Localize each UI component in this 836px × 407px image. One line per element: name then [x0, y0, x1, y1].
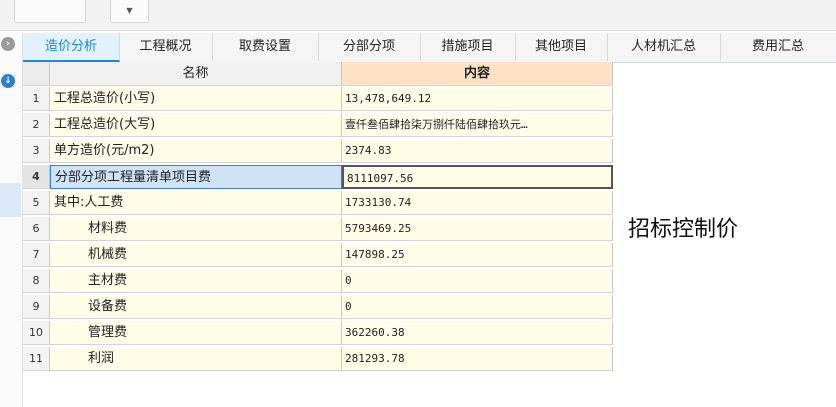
name-cell[interactable]: 机械费	[50, 243, 342, 267]
toolbar: ▼	[0, 0, 836, 31]
tab-cost-analysis[interactable]: 造价分析	[23, 33, 120, 62]
content-cell[interactable]: 5793469.25	[342, 217, 613, 241]
table-row[interactable]: 2 工程总造价(大写) 壹仟叁佰肆拾柒万捌仟陆佰肆拾玖元…	[23, 113, 613, 138]
name-cell[interactable]: 利润	[50, 347, 342, 371]
table-row[interactable]: 4 分部分项工程量清单项目费 8111097.56	[23, 165, 613, 190]
tab-labor-material-summary[interactable]: 人材机汇总	[607, 33, 721, 61]
row-number: 11	[23, 347, 50, 371]
tab-fee-summary[interactable]: 费用汇总	[720, 33, 836, 61]
content-cell[interactable]: 2374.83	[342, 139, 613, 163]
tab-subdivision[interactable]: 分部分项	[318, 33, 421, 61]
content-cell[interactable]: 281293.78	[342, 347, 613, 371]
table-row[interactable]: 11 利润 281293.78	[23, 347, 613, 372]
content-cell[interactable]: 8111097.56	[342, 165, 613, 189]
name-column-header: 名称	[50, 62, 342, 86]
row-number: 4	[23, 165, 50, 189]
side-label: 招标控制价	[628, 217, 739, 242]
row-number: 5	[23, 191, 50, 215]
content-cell[interactable]: 13,478,649.12	[342, 87, 613, 111]
name-cell[interactable]: 单方造价(元/m2)	[50, 139, 342, 163]
content-cell[interactable]: 1733130.74	[342, 191, 613, 215]
tab-fee-settings[interactable]: 取费设置	[212, 33, 319, 61]
tab-project-overview[interactable]: 工程概况	[119, 33, 213, 61]
row-number: 2	[23, 113, 50, 137]
table-row[interactable]: 8 主材费 0	[23, 269, 613, 294]
row-number: 8	[23, 269, 50, 293]
table-header: 名称 内容	[23, 62, 613, 87]
row-number: 7	[23, 243, 50, 267]
row-number: 3	[23, 139, 50, 163]
name-cell[interactable]: 设备费	[50, 295, 342, 319]
download-circle-icon[interactable]: ↓	[1, 74, 15, 88]
row-number: 1	[23, 87, 50, 111]
table-row[interactable]: 9 设备费 0	[23, 295, 613, 320]
left-strip: › ↓	[0, 33, 23, 407]
table-row[interactable]: 3 单方造价(元/m2) 2374.83	[23, 139, 613, 164]
name-cell[interactable]: 其中:人工费	[50, 191, 342, 215]
row-number: 9	[23, 295, 50, 319]
table-row[interactable]: 5 其中:人工费 1733130.74	[23, 191, 613, 216]
dropdown-button[interactable]: ▼	[110, 0, 149, 23]
content-cell[interactable]: 0	[342, 269, 613, 293]
corner-cell	[23, 62, 50, 86]
tab-bar: 造价分析 工程概况 取费设置 分部分项 措施项目 其他项目 人材机汇总 费用汇总	[23, 33, 836, 63]
content-column-header: 内容	[342, 62, 613, 86]
tab-measures[interactable]: 措施项目	[420, 33, 516, 61]
table-row[interactable]: 6 材料费 5793469.25	[23, 217, 613, 242]
name-cell[interactable]: 材料费	[50, 217, 342, 241]
content-cell[interactable]: 0	[342, 295, 613, 319]
name-cell[interactable]: 管理费	[50, 321, 342, 345]
toolbar-button[interactable]	[14, 0, 86, 23]
row-number: 10	[23, 321, 50, 345]
name-cell[interactable]: 工程总造价(小写)	[50, 87, 342, 111]
table-row[interactable]: 7 机械费 147898.25	[23, 243, 613, 268]
row-number: 6	[23, 217, 50, 241]
name-cell[interactable]: 工程总造价(大写)	[50, 113, 342, 137]
tab-other-items[interactable]: 其他项目	[515, 33, 608, 61]
table-row[interactable]: 1 工程总造价(小写) 13,478,649.12	[23, 87, 613, 112]
collapse-circle-icon[interactable]: ›	[1, 37, 15, 51]
content-cell[interactable]: 362260.38	[342, 321, 613, 345]
name-cell[interactable]: 分部分项工程量清单项目费	[50, 165, 342, 189]
content-cell[interactable]: 壹仟叁佰肆拾柒万捌仟陆佰肆拾玖元…	[342, 113, 613, 137]
strip-selection	[0, 183, 21, 217]
chevron-down-icon: ▼	[126, 6, 133, 15]
table-row[interactable]: 10 管理费 362260.38	[23, 321, 613, 346]
name-cell[interactable]: 主材费	[50, 269, 342, 293]
content-cell[interactable]: 147898.25	[342, 243, 613, 267]
